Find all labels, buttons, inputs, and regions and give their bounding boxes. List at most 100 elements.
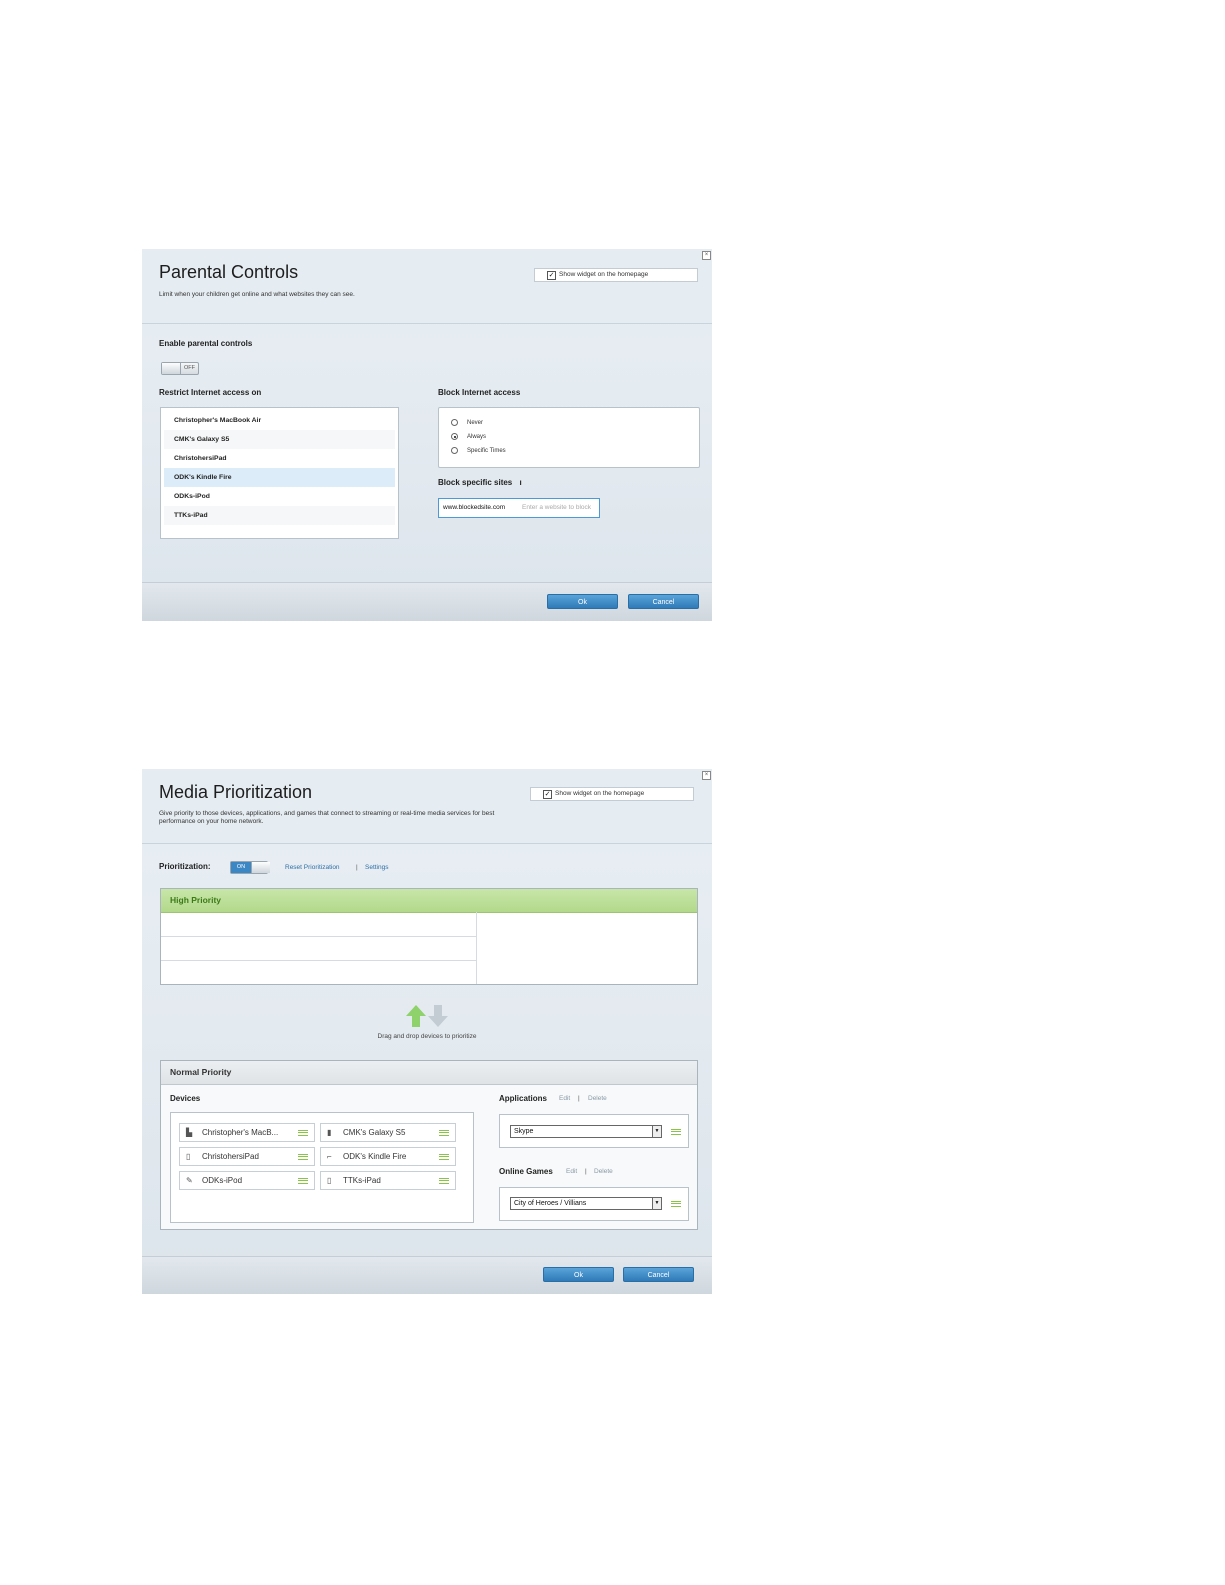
radio-selected-icon [451, 433, 458, 440]
drag-handle-icon[interactable] [298, 1178, 308, 1184]
page-title: Media Prioritization [159, 782, 313, 802]
high-priority-slot[interactable] [161, 961, 477, 984]
radio-always[interactable]: Always [451, 432, 486, 442]
site-input-placeholder[interactable]: Enter a website to block [522, 499, 598, 517]
checkbox-checked-icon: ✓ [543, 790, 552, 799]
site-input-box: www.blockedsite.com Enter a website to b… [438, 498, 600, 518]
high-priority-section: High Priority [160, 888, 698, 985]
online-game-selected-value: City of Heroes / Villians [514, 1200, 587, 1207]
drag-handle-icon[interactable] [439, 1154, 449, 1160]
devices-label: Devices [170, 1094, 201, 1103]
page-subtitle: Give priority to those devices, applicat… [159, 810, 495, 825]
device-name: Christopher's MacB... [202, 1128, 279, 1137]
device-item[interactable]: ⌐ ODK's Kindle Fire [320, 1147, 456, 1166]
media-footer: Ok Cancel [142, 1256, 712, 1294]
separator: | [356, 864, 358, 871]
applications-label: Applications [499, 1094, 548, 1103]
toggle-knob [162, 363, 181, 374]
games-box: City of Heroes / Villians ▼ [499, 1187, 689, 1221]
ok-button[interactable]: Ok [543, 1267, 614, 1282]
device-item[interactable]: ▯ ChristohersiPad [179, 1147, 315, 1166]
block-options-box: Never Always Specific Times [438, 407, 700, 468]
media-header: Media Prioritization Give priority to th… [142, 769, 712, 844]
high-priority-slot[interactable] [161, 937, 477, 961]
drag-handle-icon[interactable] [298, 1154, 308, 1160]
page-title: Parental Controls [159, 262, 299, 282]
chevron-down-icon: ▼ [652, 1198, 661, 1209]
device-row[interactable]: Christopher's MacBook Air [164, 411, 395, 430]
media-prioritization-panel: Media Prioritization Give priority to th… [142, 769, 712, 1294]
drag-handle-icon[interactable] [671, 1129, 681, 1135]
device-item[interactable]: ✎ ODKs-iPod [179, 1171, 315, 1190]
info-icon[interactable]: ı [520, 478, 522, 487]
high-priority-slot[interactable] [161, 912, 477, 937]
cancel-button[interactable]: Cancel [628, 594, 699, 609]
prioritization-toggle[interactable]: ON [230, 861, 270, 874]
online-games-label: Online Games [499, 1167, 553, 1176]
application-selected-value: Skype [514, 1128, 534, 1135]
device-list: Christopher's MacBook Air CMK's Galaxy S… [160, 407, 399, 539]
block-sites-text: Block specific sites [438, 478, 513, 487]
device-name: CMK's Galaxy S5 [343, 1128, 406, 1137]
show-widget-checkbox[interactable]: ✓ Show widget on the homepage [530, 787, 694, 801]
radio-icon [451, 447, 458, 454]
ipod-icon: ✎ [186, 1176, 193, 1185]
applications-box: Skype ▼ [499, 1114, 689, 1148]
toggle-state: OFF [184, 365, 195, 371]
normal-priority-header: Normal Priority [161, 1061, 697, 1085]
drag-handle-icon[interactable] [671, 1201, 681, 1207]
separator: | [585, 1168, 587, 1175]
block-access-label: Block Internet access [438, 388, 521, 397]
drag-handle-icon[interactable] [298, 1130, 308, 1136]
radio-specific-times[interactable]: Specific Times [451, 446, 506, 456]
enable-parental-label: Enable parental controls [159, 339, 253, 348]
close-icon[interactable]: × [702, 771, 711, 780]
reset-prioritization-link[interactable]: Reset Prioritization [285, 864, 340, 871]
device-item[interactable]: ▙ Christopher's MacB... [179, 1123, 315, 1142]
device-name: ODKs-iPod [202, 1176, 243, 1185]
device-name: ODK's Kindle Fire [343, 1152, 407, 1161]
parental-header: Parental Controls Limit when your childr… [142, 249, 712, 324]
show-widget-checkbox[interactable]: ✓ Show widget on the homepage [534, 268, 698, 282]
applications-edit-link[interactable]: Edit [559, 1095, 570, 1102]
show-widget-label: Show widget on the homepage [559, 271, 649, 278]
device-item[interactable]: ▯ TTKs-iPad [320, 1171, 456, 1190]
games-delete-link[interactable]: Delete [594, 1168, 613, 1175]
toggle-state: ON [231, 862, 251, 873]
blocked-site-value[interactable]: www.blockedsite.com [443, 499, 505, 517]
parental-footer: Ok Cancel [142, 582, 712, 621]
parental-toggle[interactable]: OFF [161, 362, 199, 375]
normal-priority-section: Normal Priority Devices ▙ Christopher's … [160, 1060, 698, 1230]
close-icon[interactable]: × [702, 251, 711, 260]
radio-label: Never [467, 420, 484, 426]
ok-button[interactable]: Ok [547, 594, 618, 609]
device-row[interactable]: ChristohersiPad [164, 449, 395, 468]
radio-never[interactable]: Never [451, 418, 483, 428]
kindle-icon: ⌐ [327, 1152, 332, 1161]
block-sites-label: Block specific sites ı [438, 478, 522, 487]
chevron-down-icon: ▼ [652, 1126, 661, 1137]
drag-handle-icon[interactable] [439, 1130, 449, 1136]
games-edit-link[interactable]: Edit [566, 1168, 577, 1175]
device-row-selected[interactable]: ODK's Kindle Fire [164, 468, 395, 487]
drag-handle-icon[interactable] [439, 1178, 449, 1184]
online-game-select[interactable]: City of Heroes / Villians ▼ [510, 1197, 662, 1210]
application-select[interactable]: Skype ▼ [510, 1125, 662, 1138]
device-row[interactable]: CMK's Galaxy S5 [164, 430, 395, 449]
device-name: ChristohersiPad [202, 1152, 259, 1161]
cancel-button[interactable]: Cancel [623, 1267, 694, 1282]
checkbox-checked-icon: ✓ [547, 271, 556, 280]
show-widget-label: Show widget on the homepage [555, 790, 645, 797]
device-row[interactable]: ODKs-iPod [164, 487, 395, 506]
device-row[interactable]: TTKs-iPad [164, 506, 395, 525]
separator: | [578, 1095, 580, 1102]
device-item[interactable]: ▮ CMK's Galaxy S5 [320, 1123, 456, 1142]
tablet-icon: ▯ [327, 1176, 332, 1185]
applications-delete-link[interactable]: Delete [588, 1095, 607, 1102]
phone-icon: ▮ [327, 1128, 332, 1137]
drag-hint-text: Drag and drop devices to prioritize [377, 1033, 477, 1040]
high-priority-title: High Priority [170, 895, 222, 905]
radio-label: Specific Times [467, 448, 506, 454]
laptop-icon: ▙ [186, 1128, 193, 1137]
settings-link[interactable]: Settings [365, 864, 389, 871]
